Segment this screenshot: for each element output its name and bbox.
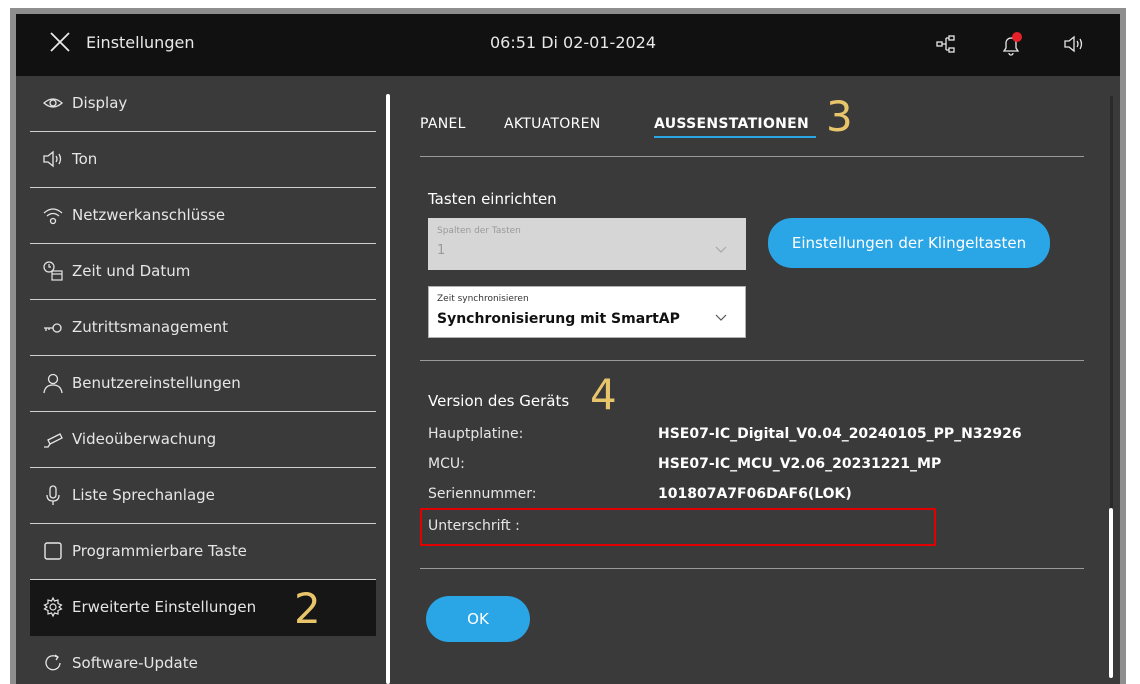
page-title: Einstellungen: [86, 33, 195, 52]
step-annotation-4: 4: [590, 370, 617, 419]
sidebar-item-netzwerk[interactable]: Netzwerkanschlüsse: [30, 188, 376, 244]
microphone-icon: [42, 484, 64, 506]
clock-date: 06:51 Di 02-01-2024: [490, 33, 657, 52]
dropdown-value: Synchronisierung mit SmartAP: [437, 311, 680, 327]
serial-label: Seriennummer:: [428, 486, 537, 502]
dropdown-label: Spalten der Tasten: [437, 226, 521, 236]
sidebar-item-programmierbar[interactable]: Programmierbare Taste: [30, 524, 376, 580]
sidebar-item-label: Software-Update: [72, 654, 198, 672]
square-icon: [42, 540, 64, 562]
top-bar: Einstellungen 06:51 Di 02-01-2024: [16, 14, 1120, 76]
signature-highlight-box: [420, 508, 936, 546]
sidebar-item-label: Ton: [72, 150, 98, 168]
sidebar-item-label: Videoüberwachung: [72, 430, 217, 448]
section-title-version: Version des Geräts: [428, 392, 570, 410]
time-sync-dropdown[interactable]: Zeit synchronisieren Synchronisierung mi…: [428, 286, 746, 338]
speaker-icon: [42, 148, 64, 170]
tab-aktuatoren[interactable]: AKTUATOREN: [504, 116, 601, 132]
panel-screen: Einstellungen 06:51 Di 02-01-2024 Displa…: [16, 14, 1120, 684]
gear-icon: [42, 596, 64, 618]
sidebar-item-erweitert[interactable]: Erweiterte Einstellungen 2: [30, 580, 376, 636]
refresh-icon: [42, 652, 64, 674]
active-tab-indicator: [654, 136, 816, 138]
camera-icon: [42, 428, 64, 450]
wifi-icon: [42, 204, 64, 226]
key-icon: [42, 316, 64, 338]
content-scrollbar-thumb[interactable]: [1109, 508, 1113, 678]
step-annotation-3: 3: [826, 92, 853, 141]
step-annotation-2: 2: [294, 584, 321, 633]
sidebar-item-label: Zutrittsmanagement: [72, 318, 229, 336]
sidebar-item-sprechanlage[interactable]: Liste Sprechanlage: [30, 468, 376, 524]
sidebar-item-video[interactable]: Videoüberwachung: [30, 412, 376, 468]
notification-bell-icon[interactable]: [999, 32, 1023, 56]
network-topology-icon[interactable]: [934, 32, 958, 56]
divider: [420, 156, 1084, 157]
sidebar-item-display[interactable]: Display: [30, 76, 376, 132]
divider: [420, 360, 1084, 361]
tab-aussenstationen[interactable]: AUSSENSTATIONEN: [654, 116, 809, 132]
sidebar-item-label: Liste Sprechanlage: [72, 486, 215, 504]
doorbell-settings-button[interactable]: Einstellungen der Klingeltasten: [768, 218, 1050, 268]
ok-button[interactable]: OK: [426, 596, 530, 642]
section-title-tasten: Tasten einrichten: [428, 190, 557, 208]
sidebar-item-zutritt[interactable]: Zutrittsmanagement: [30, 300, 376, 356]
mainboard-value: HSE07-IC_Digital_V0.04_20240105_PP_N3292…: [658, 426, 1022, 442]
content-panel: PANEL AKTUATOREN AUSSENSTATIONEN 3 Taste…: [390, 76, 1120, 684]
chevron-down-icon: [715, 307, 727, 321]
sidebar-item-label: Netzwerkanschlüsse: [72, 206, 226, 224]
serial-value: 101807A7F06DAF6(LOK): [658, 486, 852, 502]
eye-icon: [42, 92, 64, 114]
sidebar-item-label: Display: [72, 94, 128, 112]
divider: [420, 568, 1084, 569]
settings-sidebar: Display Ton Netzwerkanschlüsse Zeit und …: [16, 76, 390, 684]
dropdown-label: Zeit synchronisieren: [437, 294, 529, 304]
sidebar-item-benutzer[interactable]: Benutzereinstellungen: [30, 356, 376, 412]
user-icon: [42, 372, 64, 394]
chevron-down-icon: [715, 239, 727, 253]
sidebar-item-label: Erweiterte Einstellungen: [72, 598, 257, 616]
clock-calendar-icon: [42, 260, 64, 282]
speaker-icon[interactable]: [1062, 32, 1086, 56]
sidebar-item-label: Zeit und Datum: [72, 262, 191, 280]
sidebar-item-zeit[interactable]: Zeit und Datum: [30, 244, 376, 300]
sidebar-item-label: Programmierbare Taste: [72, 542, 247, 560]
mcu-label: MCU:: [428, 456, 465, 472]
device-frame: Einstellungen 06:51 Di 02-01-2024 Displa…: [10, 8, 1126, 684]
close-icon[interactable]: [48, 30, 72, 54]
tab-panel[interactable]: PANEL: [420, 116, 466, 132]
sidebar-item-ton[interactable]: Ton: [30, 132, 376, 188]
sidebar-item-label: Benutzereinstellungen: [72, 374, 241, 392]
sidebar-item-software[interactable]: Software-Update: [30, 636, 376, 684]
columns-dropdown: Spalten der Tasten 1: [428, 218, 746, 270]
dropdown-value: 1: [437, 243, 446, 258]
mcu-value: HSE07-IC_MCU_V2.06_20231221_MP: [658, 456, 942, 472]
mainboard-label: Hauptplatine:: [428, 426, 524, 442]
